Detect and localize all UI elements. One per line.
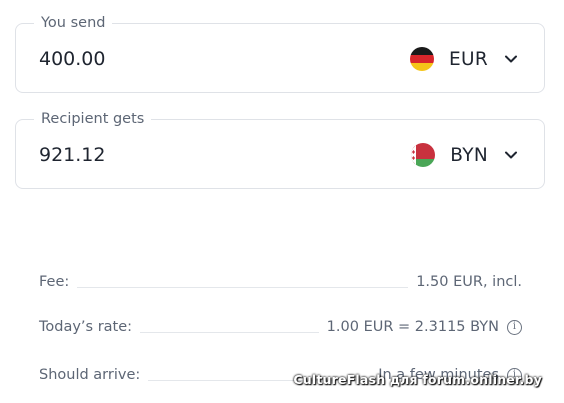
chevron-down-icon[interactable] — [504, 148, 518, 162]
arrival-label: Should arrive: — [39, 367, 141, 383]
belarus-flag-icon — [411, 143, 436, 167]
rate-value: 1.00 EUR = 2.3115 BYN — [326, 319, 499, 335]
fee-label: Fee: — [39, 274, 70, 290]
divider — [77, 286, 409, 288]
send-amount-field[interactable]: You send 400.00 EUR — [15, 14, 545, 93]
receive-field-label: Recipient gets — [34, 110, 152, 128]
send-currency-code: EUR — [449, 48, 488, 70]
send-currency-select[interactable]: EUR — [410, 43, 518, 75]
receive-amount-field[interactable]: Recipient gets 921.12 BYN — [15, 110, 545, 189]
fee-row: Fee: 1.50 EUR, incl. — [39, 272, 522, 292]
fee-value: 1.50 EUR, incl. — [416, 274, 522, 290]
chevron-down-icon[interactable] — [504, 52, 518, 66]
receive-amount-input[interactable]: 921.12 — [39, 144, 105, 166]
divider — [140, 331, 319, 333]
rate-label: Today’s rate: — [39, 319, 133, 335]
send-amount-input[interactable]: 400.00 — [39, 48, 105, 70]
send-field-label: You send — [34, 14, 113, 32]
rate-row: Today’s rate: 1.00 EUR = 2.3115 BYN i — [39, 317, 522, 337]
watermark: CultureFlash для forum.onliner.by — [293, 372, 542, 387]
receive-currency-select[interactable]: BYN — [411, 139, 518, 171]
info-icon[interactable]: i — [507, 319, 522, 335]
germany-flag-icon — [410, 47, 435, 71]
receive-currency-code: BYN — [450, 144, 488, 166]
